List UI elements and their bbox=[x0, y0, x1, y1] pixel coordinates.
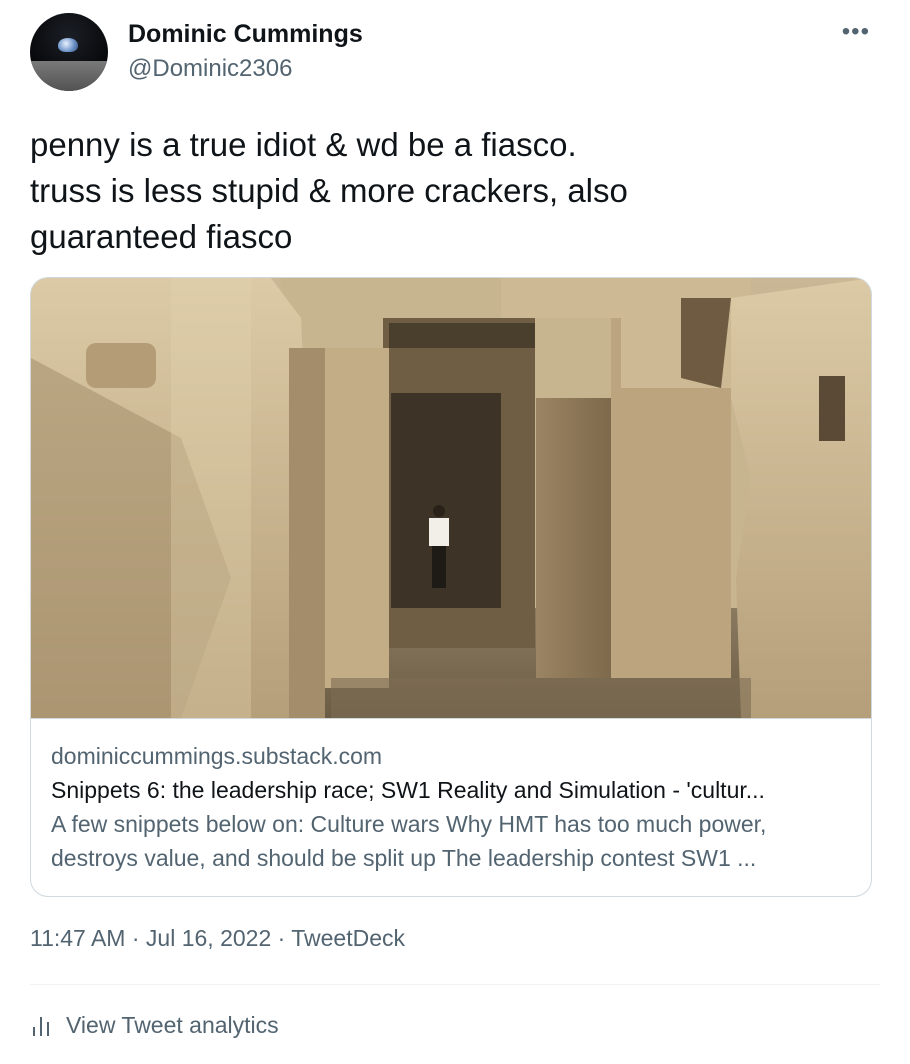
ruins-photo bbox=[31, 278, 871, 718]
earth-icon bbox=[58, 38, 78, 52]
link-card[interactable]: dominiccummings.substack.com Snippets 6:… bbox=[30, 277, 872, 897]
card-description-line: destroys value, and should be split up T… bbox=[51, 845, 757, 871]
card-title: Snippets 6: the leadership race; SW1 Rea… bbox=[51, 777, 765, 803]
avatar[interactable] bbox=[30, 13, 108, 91]
moon-surface bbox=[30, 61, 108, 91]
display-name[interactable]: Dominic Cummings bbox=[128, 20, 363, 49]
tweet-text: penny is a true idiot & wd be a fiasco. … bbox=[30, 122, 870, 260]
tweet-text-line: penny is a true idiot & wd be a fiasco. bbox=[30, 126, 577, 163]
card-domain: dominiccummings.substack.com bbox=[51, 743, 383, 769]
analytics-icon bbox=[33, 1016, 49, 1036]
analytics-label: View Tweet analytics bbox=[66, 1012, 279, 1038]
tweet-timestamp[interactable]: 11:47 AM · Jul 16, 2022 · TweetDeck bbox=[30, 925, 405, 952]
tweet-text-line: guaranteed fiasco bbox=[30, 218, 293, 255]
view-analytics-button[interactable]: View Tweet analytics bbox=[30, 1012, 279, 1039]
more-icon[interactable]: ••• bbox=[842, 20, 870, 44]
card-description: A few snippets below on: Culture wars Wh… bbox=[51, 807, 851, 875]
card-image[interactable] bbox=[31, 278, 871, 718]
tweet-text-line: truss is less stupid & more crackers, al… bbox=[30, 172, 628, 209]
tweet: Dominic Cummings @Dominic2306 ••• penny … bbox=[0, 0, 910, 1064]
card-description-line: A few snippets below on: Culture wars Wh… bbox=[51, 811, 767, 837]
card-meta[interactable]: dominiccummings.substack.com Snippets 6:… bbox=[31, 718, 871, 896]
user-handle[interactable]: @Dominic2306 bbox=[128, 55, 292, 83]
divider bbox=[30, 984, 880, 985]
